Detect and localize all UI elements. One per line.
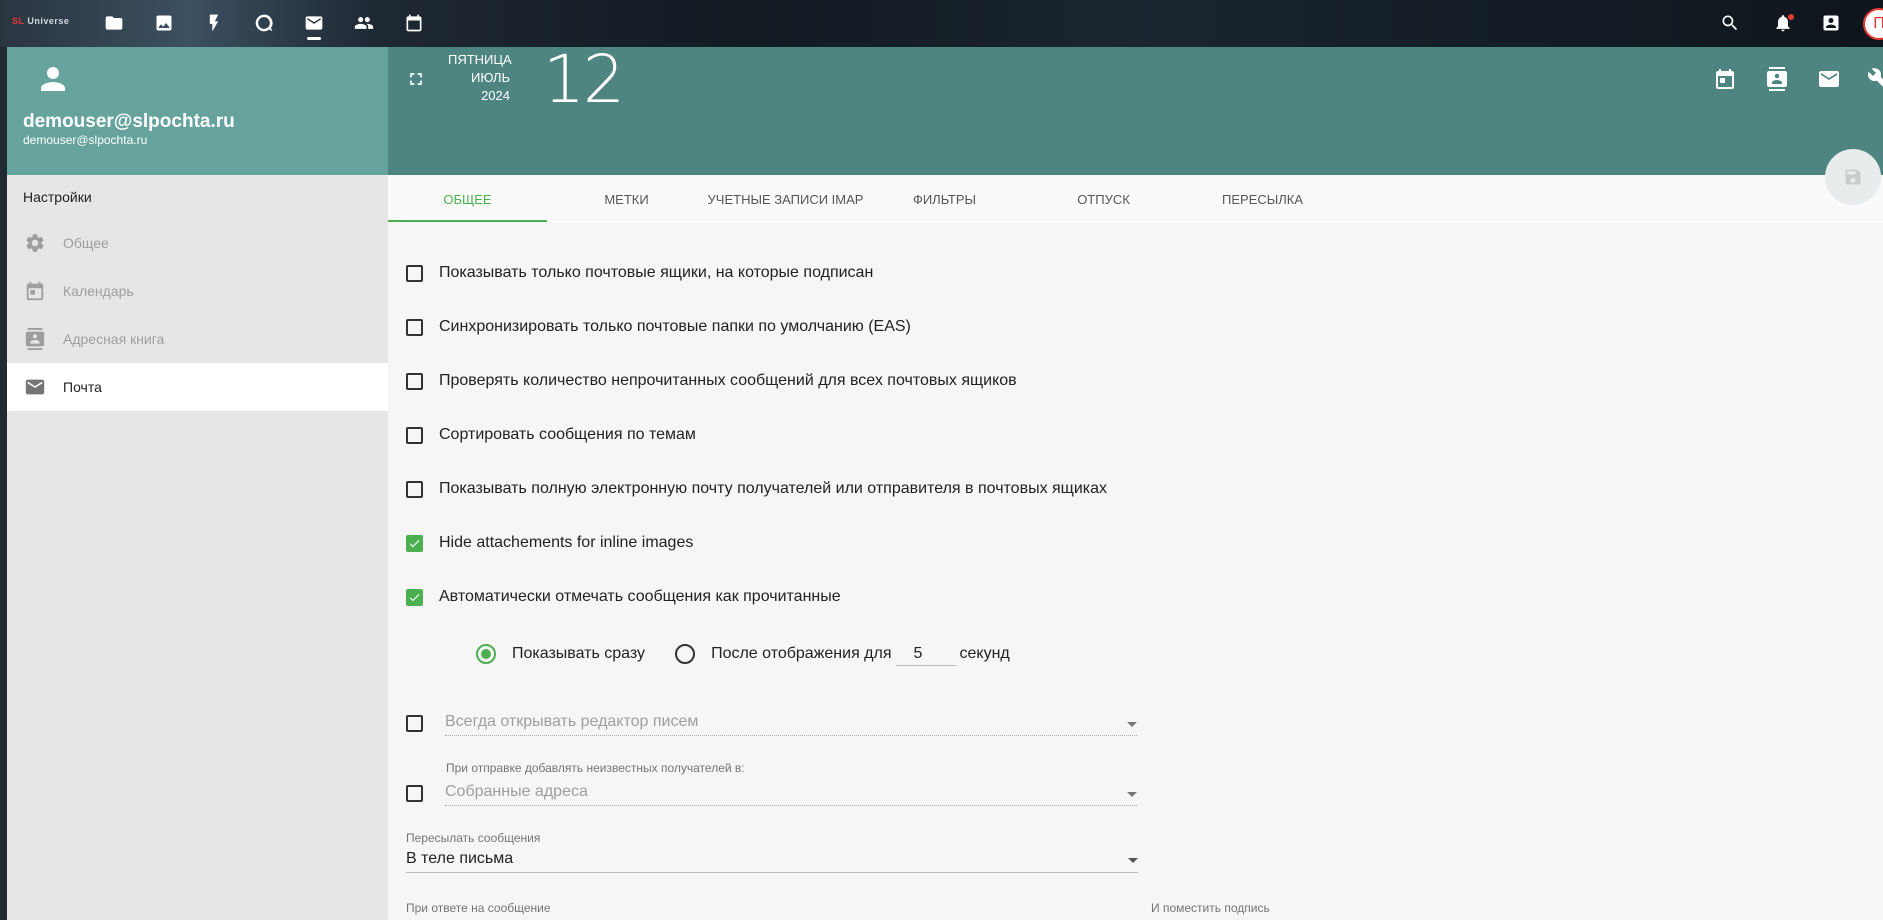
user-header: demouser@slpochta.ru demouser@slpochta.r…	[7, 47, 388, 175]
checkbox-checked[interactable]	[406, 534, 423, 552]
checkbox[interactable]	[406, 264, 423, 282]
user-icon	[35, 61, 71, 97]
mail-icon[interactable]	[1817, 67, 1843, 93]
month: ИЮЛЬ	[471, 70, 510, 85]
save-button[interactable]	[1825, 149, 1881, 205]
user-email: demouser@slpochta.ru	[23, 133, 148, 147]
active-app-indicator	[307, 37, 321, 40]
tab-labels[interactable]: Метки	[547, 175, 706, 223]
reply-label: При ответе на сообщение	[406, 901, 551, 915]
chat-icon[interactable]	[253, 12, 275, 34]
unknown-recipients-row: Собранные адреса	[406, 782, 1137, 806]
unknown-recipients-select[interactable]: Собранные адреса	[445, 782, 1137, 806]
sidebar-item-calendar[interactable]: Календарь	[7, 267, 388, 315]
date-text: ПЯТНИЦА ИЮЛЬ 2024	[448, 51, 512, 105]
checkbox[interactable]	[406, 715, 423, 732]
image-icon[interactable]	[153, 12, 175, 34]
active-tab-indicator	[388, 220, 547, 222]
user-name: demouser@slpochta.ru	[23, 111, 235, 132]
notification-badge	[1788, 14, 1794, 20]
brand-logo[interactable]: SL Universe	[12, 16, 69, 26]
option-subscribed-only[interactable]: Показывать только почтовые ящики, на кот…	[406, 261, 873, 285]
option-sync-default-folders[interactable]: Синхронизировать только почтовые папки п…	[406, 315, 911, 339]
fullscreen-icon[interactable]	[406, 69, 426, 89]
forward-label: Пересылать сообщения	[406, 831, 541, 845]
folder-icon[interactable]	[103, 12, 125, 34]
address-book-icon	[23, 327, 47, 351]
calendar-icon[interactable]	[403, 12, 425, 34]
mail-icon[interactable]	[303, 12, 325, 34]
forward-select[interactable]: В теле письма	[406, 847, 1138, 873]
checkbox[interactable]	[406, 480, 423, 498]
radio-show-immediately[interactable]	[476, 644, 496, 664]
address-book-icon[interactable]	[1765, 67, 1791, 93]
calendar-icon	[23, 279, 47, 303]
mail-icon	[23, 375, 47, 399]
checkbox[interactable]	[406, 372, 423, 390]
read-mode-group: Показывать сразу После отображения для с…	[476, 640, 1010, 668]
option-show-full-email[interactable]: Показывать полную электронную почту полу…	[406, 477, 1107, 501]
editor-option-row: Всегда открывать редактор писем	[406, 712, 1137, 736]
tab-filters[interactable]: Фильтры	[865, 175, 1024, 223]
checkbox[interactable]	[406, 426, 423, 444]
sidebar-item-mail[interactable]: Почта	[7, 363, 388, 411]
contact-card-icon[interactable]	[1820, 12, 1842, 34]
wrench-icon[interactable]	[1867, 67, 1883, 93]
option-hide-inline-attachments[interactable]: Hide attachements for inline images	[406, 531, 693, 555]
sidebar: demouser@slpochta.ru demouser@slpochta.r…	[7, 47, 388, 920]
seconds-input[interactable]	[895, 642, 956, 666]
gear-icon	[23, 231, 47, 255]
dropdown-arrow-icon	[1127, 792, 1137, 797]
option-auto-mark-read[interactable]: Автоматически отмечать сообщения как про…	[406, 585, 841, 609]
editor-select[interactable]: Всегда открывать редактор писем	[445, 712, 1137, 736]
weekday: ПЯТНИЦА	[448, 52, 512, 67]
top-bar: SL Universe П	[0, 0, 1883, 47]
tab-general[interactable]: Общее	[388, 175, 547, 223]
contacts-group-icon[interactable]	[353, 12, 375, 34]
settings-content: Общее Метки Учетные записи IMAP Фильтры …	[388, 149, 1883, 920]
radio-show-after-delay[interactable]	[675, 644, 696, 664]
tab-forwarding[interactable]: Пересылка	[1183, 175, 1342, 223]
signature-label: И поместить подпись	[1151, 901, 1270, 915]
tab-bar: Общее Метки Учетные записи IMAP Фильтры …	[388, 175, 1883, 223]
check-icon	[409, 593, 420, 601]
save-icon	[1845, 169, 1861, 185]
checkbox-checked[interactable]	[406, 588, 423, 606]
bolt-icon[interactable]	[203, 12, 225, 34]
check-icon	[409, 539, 420, 547]
date-header: ПЯТНИЦА ИЮЛЬ 2024 12	[388, 41, 1883, 175]
checkbox[interactable]	[406, 785, 423, 802]
option-sort-by-threads[interactable]: Сортировать сообщения по темам	[406, 423, 696, 447]
settings-title: Настройки	[23, 189, 92, 205]
option-check-unread-all[interactable]: Проверять количество непрочитанных сообщ…	[406, 369, 1017, 393]
year: 2024	[481, 88, 510, 103]
checkbox[interactable]	[406, 318, 423, 336]
dropdown-arrow-icon	[1127, 722, 1137, 727]
avatar[interactable]: П	[1863, 8, 1883, 40]
sidebar-item-general[interactable]: Общее	[7, 219, 388, 267]
tab-vacation[interactable]: Отпуск	[1024, 175, 1183, 223]
search-icon[interactable]	[1719, 12, 1741, 34]
dropdown-arrow-icon	[1128, 858, 1138, 863]
day-number: 12	[543, 41, 625, 118]
unknown-recipients-label: При отправке добавлять неизвестных получ…	[446, 761, 745, 775]
calendar-icon[interactable]	[1713, 67, 1739, 93]
tab-imap-accounts[interactable]: Учетные записи IMAP	[706, 175, 865, 223]
sidebar-item-address-book[interactable]: Адресная книга	[7, 315, 388, 363]
